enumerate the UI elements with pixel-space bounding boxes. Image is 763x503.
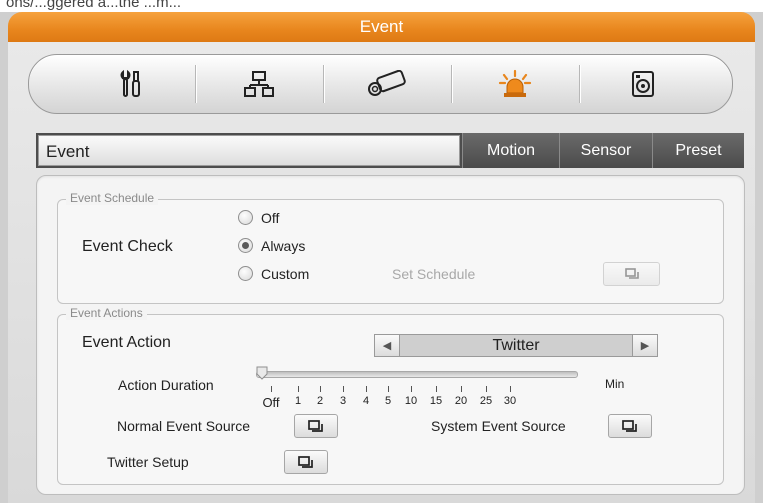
alarm-light-button[interactable] bbox=[451, 59, 579, 109]
tools-button[interactable] bbox=[67, 59, 195, 109]
event-schedule-legend: Event Schedule bbox=[66, 191, 159, 205]
network-icon bbox=[244, 71, 274, 97]
window-icon bbox=[624, 268, 639, 279]
tab-sensor[interactable]: Sensor bbox=[559, 133, 652, 168]
chevron-left-icon: ◀ bbox=[382, 340, 392, 352]
chevron-right-icon: ▶ bbox=[640, 340, 650, 352]
network-button[interactable] bbox=[195, 59, 323, 109]
duration-tick-mark bbox=[461, 386, 462, 392]
event-action-value: Twitter bbox=[492, 337, 540, 354]
duration-tick-mark bbox=[411, 386, 412, 392]
duration-tick-mark bbox=[388, 386, 389, 392]
system-event-source-label: System Event Source bbox=[431, 418, 566, 434]
duration-tick-label: 3 bbox=[339, 395, 347, 407]
duration-tick-label: 30 bbox=[503, 395, 517, 407]
radio-custom[interactable] bbox=[238, 266, 253, 281]
normal-event-source-label: Normal Event Source bbox=[117, 418, 251, 434]
section-title: Event bbox=[38, 135, 460, 166]
cut-off-text: ons/...ggered a...the ...m... bbox=[6, 0, 182, 11]
duration-tick-label: 2 bbox=[316, 395, 324, 407]
set-schedule-label: Set Schedule bbox=[392, 266, 476, 282]
main-toolbar bbox=[28, 54, 733, 114]
tab-bar: Event Motion Sensor Preset bbox=[36, 133, 744, 168]
duration-tick-mark bbox=[510, 386, 511, 392]
tab-motion[interactable]: Motion bbox=[462, 133, 559, 168]
twitter-setup-label: Twitter Setup bbox=[107, 454, 189, 470]
event-action-selector: ◀ Twitter ▶ bbox=[374, 334, 658, 357]
normal-event-source-button[interactable] bbox=[294, 414, 338, 438]
system-event-source-button[interactable] bbox=[608, 414, 652, 438]
camera-button[interactable] bbox=[323, 59, 451, 109]
tab-preset[interactable]: Preset bbox=[652, 133, 744, 168]
duration-tick-label: 15 bbox=[429, 395, 443, 407]
duration-tick-label: 10 bbox=[404, 395, 418, 407]
top-strip: ons/...ggered a...the ...m... bbox=[0, 0, 763, 12]
radio-always-label: Always bbox=[261, 238, 306, 254]
window-icon bbox=[298, 455, 313, 468]
radio-off[interactable] bbox=[238, 210, 253, 225]
duration-slider-thumb[interactable] bbox=[256, 366, 268, 380]
event-window: Event Motion Sensor Preset Event Schedul… bbox=[8, 42, 755, 503]
storage-button[interactable] bbox=[579, 59, 707, 109]
window-icon bbox=[308, 419, 323, 432]
set-schedule-button[interactable] bbox=[603, 262, 660, 286]
radio-custom-label: Custom bbox=[261, 266, 310, 282]
duration-tick-label: 4 bbox=[362, 395, 370, 407]
duration-tick-label: 25 bbox=[479, 395, 493, 407]
duration-tick-label: 5 bbox=[384, 395, 392, 407]
duration-tick-mark bbox=[343, 386, 344, 392]
twitter-setup-button[interactable] bbox=[284, 450, 328, 474]
event-actions-group: Event Actions Event Action ◀ Twitter ▶ A… bbox=[57, 306, 724, 485]
event-settings-panel: Event Schedule Event Check Off Always Cu… bbox=[36, 175, 745, 495]
event-check-label: Event Check bbox=[82, 238, 173, 255]
event-action-label: Event Action bbox=[82, 334, 171, 351]
prev-arrow-button[interactable]: ◀ bbox=[375, 335, 400, 356]
duration-tick-mark bbox=[298, 386, 299, 392]
duration-tick-label: 20 bbox=[454, 395, 468, 407]
next-arrow-button[interactable]: ▶ bbox=[632, 335, 657, 356]
window-icon bbox=[622, 419, 637, 432]
duration-tick-label: 1 bbox=[294, 395, 302, 407]
storage-icon bbox=[632, 71, 654, 97]
action-duration-label: Action Duration bbox=[118, 377, 214, 393]
duration-unit: Min bbox=[605, 377, 625, 391]
duration-tick-mark bbox=[320, 386, 321, 392]
radio-always[interactable] bbox=[238, 238, 253, 253]
duration-tick-mark bbox=[486, 386, 487, 392]
duration-tick-mark bbox=[436, 386, 437, 392]
window-title: Event bbox=[8, 12, 755, 42]
alarm-light-icon bbox=[498, 69, 532, 97]
duration-slider-track[interactable] bbox=[256, 371, 578, 378]
radio-off-label: Off bbox=[261, 210, 280, 226]
event-actions-legend: Event Actions bbox=[66, 306, 147, 320]
event-schedule-group: Event Schedule Event Check Off Always Cu… bbox=[57, 191, 724, 304]
camera-icon bbox=[368, 70, 406, 96]
duration-tick-label: Off bbox=[262, 395, 280, 410]
tools-icon bbox=[120, 69, 140, 97]
duration-tick-mark bbox=[271, 386, 272, 392]
duration-tick-mark bbox=[366, 386, 367, 392]
